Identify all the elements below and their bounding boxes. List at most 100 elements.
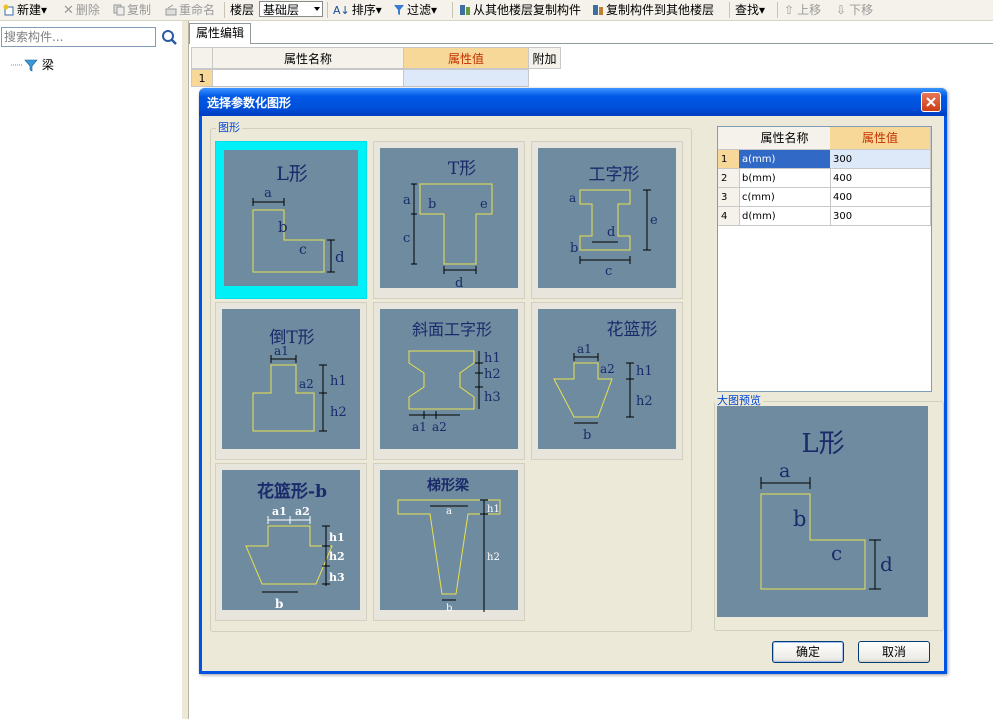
col-header-name: 属性名称 xyxy=(739,127,831,150)
beam-icon xyxy=(24,59,38,72)
close-button[interactable] xyxy=(921,92,941,112)
arrow-down-icon: ⇩ xyxy=(836,3,847,17)
row-number: 4 xyxy=(718,207,740,226)
chevron-down-icon xyxy=(314,7,320,11)
copy-from-other-floor-button[interactable]: 从其他楼层复制构件 xyxy=(459,2,581,18)
separator xyxy=(224,2,225,18)
shape-title: L形 xyxy=(276,163,308,185)
separator xyxy=(729,2,730,18)
param-value[interactable]: 300 xyxy=(830,150,931,169)
param-value[interactable]: 400 xyxy=(830,188,931,207)
shape-option-l[interactable]: L形 a b c d xyxy=(215,141,367,299)
l-shape-diagram: L形 a b c d xyxy=(252,163,345,273)
parameter-table: 属性名称 属性值 1 a(mm) 300 2 b(mm) 400 3 c(mm)… xyxy=(717,126,932,392)
copy-from-other-floor-label: 从其他楼层复制构件 xyxy=(473,3,582,17)
inverted-t-shape-diagram: 倒T形 a1 a2 h1 h2 xyxy=(252,328,347,432)
dialog-title: 选择参数化图形 xyxy=(207,96,292,110)
param-value[interactable]: 300 xyxy=(830,207,931,226)
layer-value: 基础层 xyxy=(263,3,300,17)
copy-to-other-floor-button[interactable]: 复制构件到其他楼层 xyxy=(592,2,714,18)
svg-text:h2: h2 xyxy=(636,394,653,409)
new-button[interactable]: 新建▾ xyxy=(3,2,47,18)
preview-image: L形 a b c d xyxy=(717,406,928,617)
svg-text:a: a xyxy=(403,193,411,208)
copy-button[interactable]: 复制 xyxy=(113,2,151,18)
svg-text:a2: a2 xyxy=(600,362,615,376)
copy-from-floor-icon xyxy=(460,5,470,15)
move-up-button[interactable]: ⇧ 上移 xyxy=(784,2,821,18)
svg-text:a: a xyxy=(569,191,576,205)
search-input[interactable]: 搜索构件... xyxy=(1,27,156,47)
svg-text:a2: a2 xyxy=(299,377,314,391)
move-down-button[interactable]: ⇩ 下移 xyxy=(836,2,873,18)
flower-basket-b-shape-diagram: 花篮形-b a1 a2 h1 h2 h3 b xyxy=(245,481,345,611)
splitter[interactable] xyxy=(182,21,189,719)
arrow-up-icon: ⇧ xyxy=(784,3,795,17)
cancel-button[interactable]: 取消 xyxy=(858,641,930,663)
svg-text:d: d xyxy=(880,552,893,576)
layer-select[interactable]: 基础层 xyxy=(259,1,323,17)
grid-cell-value[interactable] xyxy=(403,69,529,87)
svg-text:h1: h1 xyxy=(636,364,653,379)
separator xyxy=(452,2,453,18)
svg-text:a1: a1 xyxy=(274,344,289,358)
preview-title: L形 xyxy=(801,429,844,459)
svg-text:e: e xyxy=(480,197,488,212)
svg-text:h1: h1 xyxy=(330,374,347,389)
shape-option-i[interactable]: 工字形 a b e d c xyxy=(531,141,683,299)
tab-property-edit[interactable]: 属性编辑 xyxy=(189,23,251,44)
l-shape-preview-diagram: L形 a b c d xyxy=(760,429,893,590)
grid-cell-name[interactable] xyxy=(212,69,404,87)
filter-label: 过滤 xyxy=(407,3,432,17)
ok-button[interactable]: 确定 xyxy=(772,641,844,663)
rename-icon xyxy=(165,4,177,16)
select-shape-dialog: 选择参数化图形 图形 L形 a b c d T形 a c b e d 工字形 a… xyxy=(199,88,947,674)
table-corner xyxy=(718,127,740,150)
col-header-name: 属性名称 xyxy=(212,47,404,69)
param-name: a(mm) xyxy=(739,150,831,169)
param-value[interactable]: 400 xyxy=(830,169,931,188)
svg-text:b: b xyxy=(428,197,436,212)
shape-option-inverted-t[interactable]: 倒T形 a1 a2 h1 h2 xyxy=(215,302,367,460)
svg-text:a2: a2 xyxy=(295,505,310,518)
svg-text:h2: h2 xyxy=(487,552,500,563)
search-icon[interactable] xyxy=(160,28,178,46)
svg-text:b: b xyxy=(446,603,452,614)
tree-item-beam[interactable]: 梁 xyxy=(24,56,54,73)
find-button[interactable]: 查找▾ xyxy=(735,2,765,18)
svg-text:a1: a1 xyxy=(272,505,287,518)
row-number: 2 xyxy=(718,169,740,188)
svg-text:a1: a1 xyxy=(412,420,427,434)
shape-option-trapezoid-beam[interactable]: 梯形梁 a h1 h2 b xyxy=(373,463,525,621)
svg-text:b: b xyxy=(793,507,806,531)
sloped-i-shape-diagram: 斜面工字形 h1 h2 h3 a1 a2 xyxy=(408,320,501,434)
shape-option-t[interactable]: T形 a c b e d xyxy=(373,141,525,299)
svg-text:b: b xyxy=(583,428,591,443)
shape-title: T形 xyxy=(448,159,476,179)
copy-to-other-floor-label: 复制构件到其他楼层 xyxy=(606,3,715,17)
i-shape-diagram: 工字形 a b e d c xyxy=(569,165,658,279)
svg-text:h2: h2 xyxy=(484,367,501,382)
rename-button[interactable]: 重命名 xyxy=(165,2,215,18)
shape-group-label: 图形 xyxy=(216,121,242,134)
svg-text:h3: h3 xyxy=(329,571,345,584)
svg-text:h1: h1 xyxy=(329,531,345,544)
svg-text:c: c xyxy=(403,231,410,246)
svg-text:a: a xyxy=(446,506,452,517)
filter-button[interactable]: 过滤▾ xyxy=(393,2,437,18)
svg-text:a: a xyxy=(264,186,272,201)
dialog-title-bar: 选择参数化图形 xyxy=(199,88,947,116)
shape-option-sloped-i[interactable]: 斜面工字形 h1 h2 h3 a1 a2 xyxy=(373,302,525,460)
param-name: b(mm) xyxy=(739,169,831,188)
svg-text:c: c xyxy=(831,541,842,565)
svg-text:d: d xyxy=(455,276,463,291)
sort-icon: A↓ xyxy=(333,4,350,17)
delete-button[interactable]: ✕ 删除 xyxy=(63,2,100,18)
tab-bar: 属性编辑 xyxy=(189,21,993,44)
svg-text:b: b xyxy=(275,597,283,611)
dialog-body: 图形 L形 a b c d T形 a c b e d 工字形 a b e d c… xyxy=(202,116,944,671)
sort-button[interactable]: A↓ 排序▾ xyxy=(333,2,382,18)
shape-option-flower-basket-b[interactable]: 花篮形-b a1 a2 h1 h2 h3 b xyxy=(215,463,367,621)
shape-option-flower-basket[interactable]: 花篮形 a1 a2 h1 h2 b xyxy=(531,302,683,460)
tree-item-label: 梁 xyxy=(41,58,54,72)
